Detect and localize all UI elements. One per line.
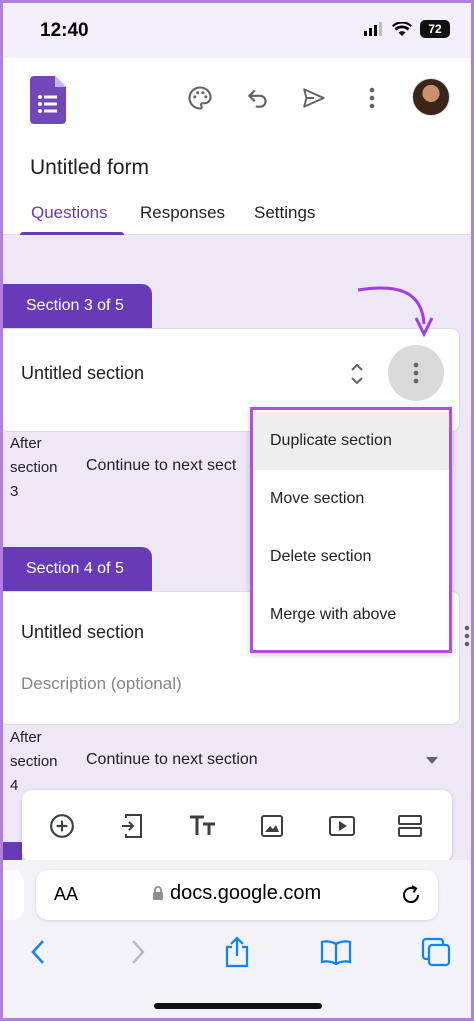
- add-question-icon[interactable]: [48, 812, 76, 840]
- active-tab-indicator: [20, 232, 124, 235]
- forward-icon[interactable]: [120, 934, 156, 970]
- menu-item-delete-section[interactable]: Delete section: [253, 528, 449, 586]
- status-bar: 12:40 72: [0, 0, 474, 58]
- add-item-toolbar: [22, 790, 452, 862]
- avatar[interactable]: [412, 78, 450, 116]
- section-pill-peek: [0, 842, 22, 862]
- palette-icon[interactable]: [184, 82, 216, 114]
- menu-item-move-section[interactable]: Move section: [253, 470, 449, 528]
- url-display[interactable]: docs.google.com: [152, 882, 321, 905]
- tab-settings[interactable]: Settings: [254, 203, 315, 223]
- section-pill: Section 3 of 5: [0, 284, 152, 328]
- previous-tab-peek[interactable]: [0, 870, 24, 920]
- after-section-select[interactable]: Continue to next section: [86, 751, 258, 769]
- collapse-expand-icon[interactable]: [349, 361, 365, 387]
- after-label-number: 3: [10, 483, 19, 500]
- add-title-icon[interactable]: [189, 812, 217, 840]
- google-forms-logo-icon: [30, 76, 66, 124]
- app-header: Untitled form Questions Responses Settin…: [0, 58, 474, 235]
- lock-icon: [153, 886, 163, 900]
- section-options-menu: Duplicate section Move section Delete se…: [250, 407, 452, 653]
- more-vert-icon[interactable]: [464, 625, 470, 647]
- wifi-icon: [392, 21, 412, 36]
- battery-indicator: 72: [420, 20, 450, 38]
- status-icons: 72: [364, 20, 450, 38]
- section-title[interactable]: Untitled section: [21, 622, 144, 643]
- menu-item-duplicate-section[interactable]: Duplicate section: [253, 412, 449, 470]
- tab-questions[interactable]: Questions: [31, 203, 108, 223]
- after-label-line1: After: [10, 435, 42, 452]
- add-video-icon[interactable]: [328, 812, 356, 840]
- section-title[interactable]: Untitled section: [21, 363, 144, 384]
- url-text: docs.google.com: [170, 882, 322, 904]
- tab-responses[interactable]: Responses: [140, 203, 225, 223]
- more-vert-icon: [413, 362, 419, 384]
- home-indicator: [154, 1003, 322, 1009]
- after-section-label: After section 4: [10, 726, 58, 798]
- reload-icon[interactable]: [400, 884, 422, 906]
- tab-bar: Questions Responses Settings: [0, 200, 474, 235]
- section-more-button[interactable]: [388, 345, 444, 401]
- add-image-icon[interactable]: [258, 812, 286, 840]
- after-label-line1: After: [10, 729, 42, 746]
- back-icon[interactable]: [20, 934, 56, 970]
- undo-icon[interactable]: [242, 82, 274, 114]
- reader-options-button[interactable]: AA: [54, 884, 78, 905]
- send-icon[interactable]: [298, 82, 330, 114]
- tabs-icon[interactable]: [418, 934, 454, 970]
- share-icon[interactable]: [219, 934, 255, 970]
- dropdown-arrow-icon[interactable]: [426, 757, 438, 765]
- after-label-line2: section: [10, 753, 58, 770]
- browser-toolbar: AA docs.google.com: [0, 860, 474, 1021]
- more-options-icon[interactable]: [356, 82, 388, 114]
- description-field[interactable]: Description (optional): [21, 674, 182, 694]
- after-section-label: After section 3: [10, 432, 58, 504]
- section-pill: Section 4 of 5: [0, 547, 152, 591]
- bookmarks-icon[interactable]: [318, 934, 354, 970]
- address-bar[interactable]: AA docs.google.com: [36, 870, 438, 920]
- signal-icon: [364, 22, 382, 36]
- after-section-select[interactable]: Continue to next sect: [86, 457, 236, 475]
- add-section-icon[interactable]: [396, 812, 424, 840]
- after-label-line2: section: [10, 459, 58, 476]
- menu-item-merge-with-above[interactable]: Merge with above: [253, 586, 449, 644]
- form-title[interactable]: Untitled form: [30, 156, 149, 180]
- import-questions-icon[interactable]: [118, 812, 146, 840]
- annotation-arrow-icon: [357, 286, 434, 338]
- clock: 12:40: [40, 20, 89, 41]
